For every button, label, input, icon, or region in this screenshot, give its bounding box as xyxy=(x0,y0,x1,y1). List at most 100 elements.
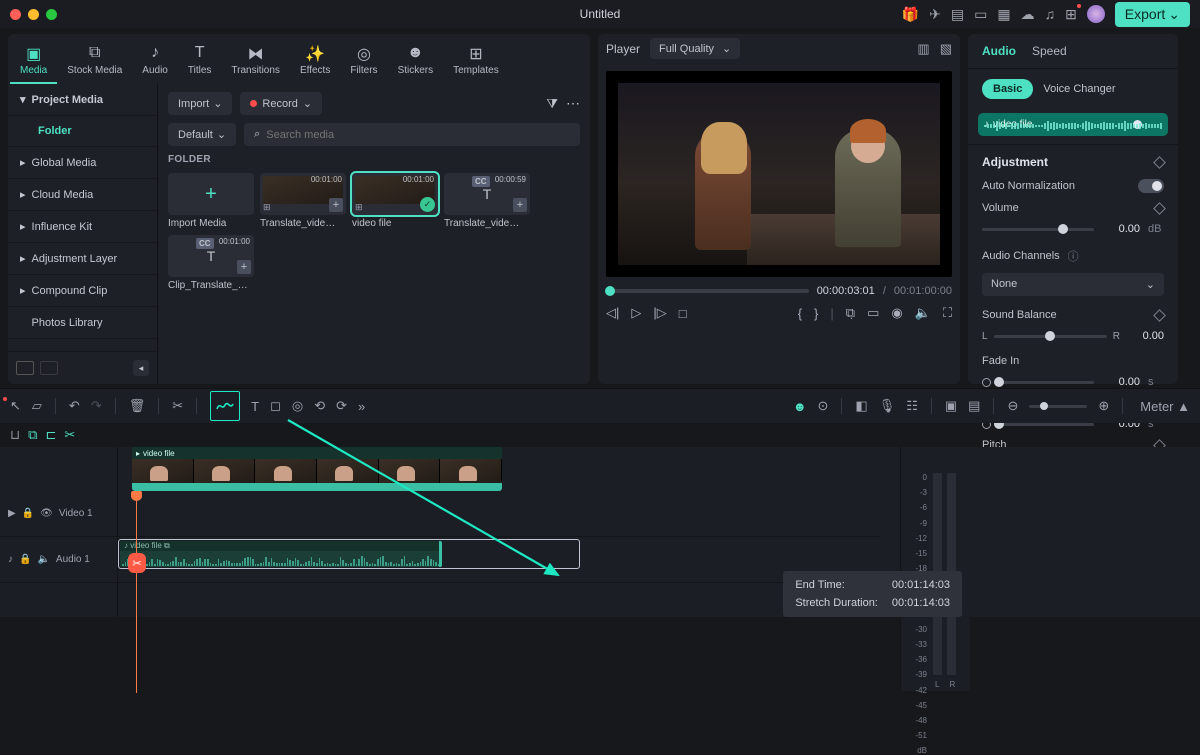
select-tool-icon[interactable]: ▱ xyxy=(32,398,42,414)
lock-icon[interactable]: 🔒 xyxy=(19,554,31,565)
channels-select[interactable]: None⌄ xyxy=(982,273,1164,296)
import-media-tile[interactable]: + Import Media xyxy=(168,173,254,229)
send-icon[interactable]: ✈ xyxy=(929,6,941,23)
volume-slider[interactable] xyxy=(982,228,1094,231)
filter-icon[interactable]: ⧩ xyxy=(546,96,558,112)
playhead[interactable] xyxy=(136,499,137,693)
preview-viewport[interactable] xyxy=(606,71,952,277)
more-icon[interactable]: ⋯ xyxy=(566,95,580,112)
delete-icon[interactable]: 🗑 xyxy=(129,398,146,414)
mic-icon[interactable]: 🎙 xyxy=(879,398,896,414)
tab-speed-props[interactable]: Speed xyxy=(1032,44,1067,58)
render2-icon[interactable]: ▤ xyxy=(968,398,980,414)
new-folder-button[interactable] xyxy=(16,361,34,375)
tab-stickers[interactable]: ☻Stickers xyxy=(388,38,444,84)
maximize-window[interactable] xyxy=(46,9,57,20)
media-item-selected[interactable]: 00:01:00⊞✓ video file xyxy=(352,173,438,229)
cut-indicator[interactable]: ✂ xyxy=(128,553,146,573)
tab-effects[interactable]: ✨Effects xyxy=(290,38,340,84)
keyframe-icon[interactable] xyxy=(1153,309,1166,322)
new-bin-button[interactable] xyxy=(40,361,58,375)
ai-tool-icon[interactable]: ☻ xyxy=(793,399,807,414)
media-item[interactable]: TCC00:01:00+ Clip_Translate_… xyxy=(168,235,254,291)
magnet-icon[interactable]: ⊔ xyxy=(10,427,20,443)
tree-compound-clip[interactable]: ▸Compound Clip xyxy=(8,275,157,307)
search-input[interactable] xyxy=(266,129,570,141)
tree-global-media[interactable]: ▸Global Media xyxy=(8,147,157,179)
speed-ramp-tool[interactable] xyxy=(210,391,240,421)
rotate-icon[interactable]: ⟲ xyxy=(314,398,325,414)
redo-icon[interactable]: ↷ xyxy=(91,398,102,414)
pointer-tool-icon[interactable]: ↖ xyxy=(10,398,21,414)
tree-folder[interactable]: Folder xyxy=(8,116,157,147)
gift-icon[interactable]: 🎁 xyxy=(902,6,919,23)
user-avatar[interactable] xyxy=(1087,5,1105,23)
collapse-tree-button[interactable]: ◂ xyxy=(133,360,149,376)
split-icon[interactable]: ✂ xyxy=(172,398,183,414)
tab-media[interactable]: ▣Media xyxy=(10,38,57,84)
mixer-icon[interactable]: ☷ xyxy=(906,398,918,414)
keyframe-icon[interactable] xyxy=(1153,202,1166,215)
sort-dropdown[interactable]: Default⌄ xyxy=(168,123,236,146)
crop-icon[interactable]: ⧉̣ xyxy=(846,305,855,321)
video-track-header[interactable]: ▶ 🔒 👁 Video 1 xyxy=(0,491,117,537)
seek-bar[interactable] xyxy=(606,289,809,293)
fade-in-value[interactable]: 0.00 xyxy=(1102,376,1140,388)
undo-icon[interactable]: ↶ xyxy=(69,398,80,414)
tab-filters[interactable]: ◎Filters xyxy=(340,38,387,84)
export-button[interactable]: Export⌄ xyxy=(1115,2,1190,27)
audio-clip-selection[interactable]: ♪ video file ⧉ xyxy=(118,539,580,569)
headphones-icon[interactable]: ♫ xyxy=(1045,6,1056,22)
close-window[interactable] xyxy=(10,9,21,20)
audio-waveform-preview[interactable]: ♪video file xyxy=(978,113,1168,136)
add-to-timeline-button[interactable]: + xyxy=(329,198,343,212)
tree-influence-kit[interactable]: ▸Influence Kit xyxy=(8,211,157,243)
apps-icon[interactable]: ⊞ xyxy=(1065,6,1077,23)
chip-voice-changer[interactable]: Voice Changer xyxy=(1043,83,1115,95)
rotate2-icon[interactable]: ⟳ xyxy=(336,398,347,414)
media-item[interactable]: 00:01:00⊞+ Translate_vide… xyxy=(260,173,346,229)
clip-stretch-handle[interactable] xyxy=(439,541,442,567)
library-icon[interactable]: ▤ xyxy=(951,6,964,23)
image-view-icon[interactable]: ▧ xyxy=(940,41,952,57)
add-to-timeline-button[interactable]: + xyxy=(237,260,251,274)
marker-icon[interactable]: ◧ xyxy=(855,398,867,414)
info-icon[interactable]: ⓘ xyxy=(1068,248,1079,264)
keyframe-icon[interactable] xyxy=(1153,156,1166,169)
more-tools-icon[interactable]: » xyxy=(358,399,365,414)
text-tool-icon[interactable]: T xyxy=(251,399,259,414)
audio-track-header[interactable]: ♪ 🔒 🔈 Audio 1 xyxy=(0,537,117,583)
zoom-in-icon[interactable]: ⊕ xyxy=(1098,398,1109,414)
visibility-icon[interactable]: 👁 xyxy=(40,508,53,519)
tab-stock-media[interactable]: ⧉Stock Media xyxy=(57,38,132,84)
tree-cloud-media[interactable]: ▸Cloud Media xyxy=(8,179,157,211)
crop-tool-icon[interactable]: ◻ xyxy=(270,398,281,414)
play-button[interactable]: ▷ xyxy=(631,305,641,321)
import-dropdown[interactable]: Import⌄ xyxy=(168,92,232,115)
cloud-icon[interactable]: ☁ xyxy=(1021,6,1035,23)
snapshot-icon[interactable]: ◉ xyxy=(891,305,902,321)
tab-templates[interactable]: ⊞Templates xyxy=(443,38,509,84)
save-icon[interactable]: ▦ xyxy=(997,6,1010,23)
record-dropdown[interactable]: Record⌄ xyxy=(240,92,322,115)
lock-icon[interactable]: 🔒 xyxy=(22,508,34,519)
tab-audio-props[interactable]: Audio xyxy=(982,44,1016,58)
chip-basic[interactable]: Basic xyxy=(982,79,1033,99)
tree-photos-library[interactable]: ▸Photos Library xyxy=(8,307,157,339)
audio-clip[interactable]: ♪ video file ⧉ xyxy=(120,541,442,567)
compare-view-icon[interactable]: ▥ xyxy=(917,41,929,57)
tree-adjustment-layer[interactable]: ▸Adjustment Layer xyxy=(8,243,157,275)
meter-toggle[interactable]: Meter ▲ xyxy=(1140,399,1190,414)
stop-button[interactable]: □ xyxy=(679,306,687,321)
link-icon[interactable]: ⧉ xyxy=(28,427,37,443)
quality-dropdown[interactable]: Full Quality⌄ xyxy=(650,38,740,59)
tab-titles[interactable]: TTitles xyxy=(178,38,222,84)
target-icon[interactable]: ⊙ xyxy=(818,398,829,414)
mark-out-icon[interactable]: } xyxy=(814,306,818,321)
fullscreen-icon[interactable]: ⛶ xyxy=(943,305,952,321)
video-clip[interactable]: ▸video file xyxy=(132,447,502,483)
color-tool-icon[interactable]: ◎ xyxy=(292,398,303,414)
fade-handle-icon[interactable] xyxy=(982,378,991,387)
add-to-timeline-button[interactable]: + xyxy=(513,198,527,212)
track-lanes[interactable]: ▸video file ♪ video file ⧉ xyxy=(118,447,880,617)
